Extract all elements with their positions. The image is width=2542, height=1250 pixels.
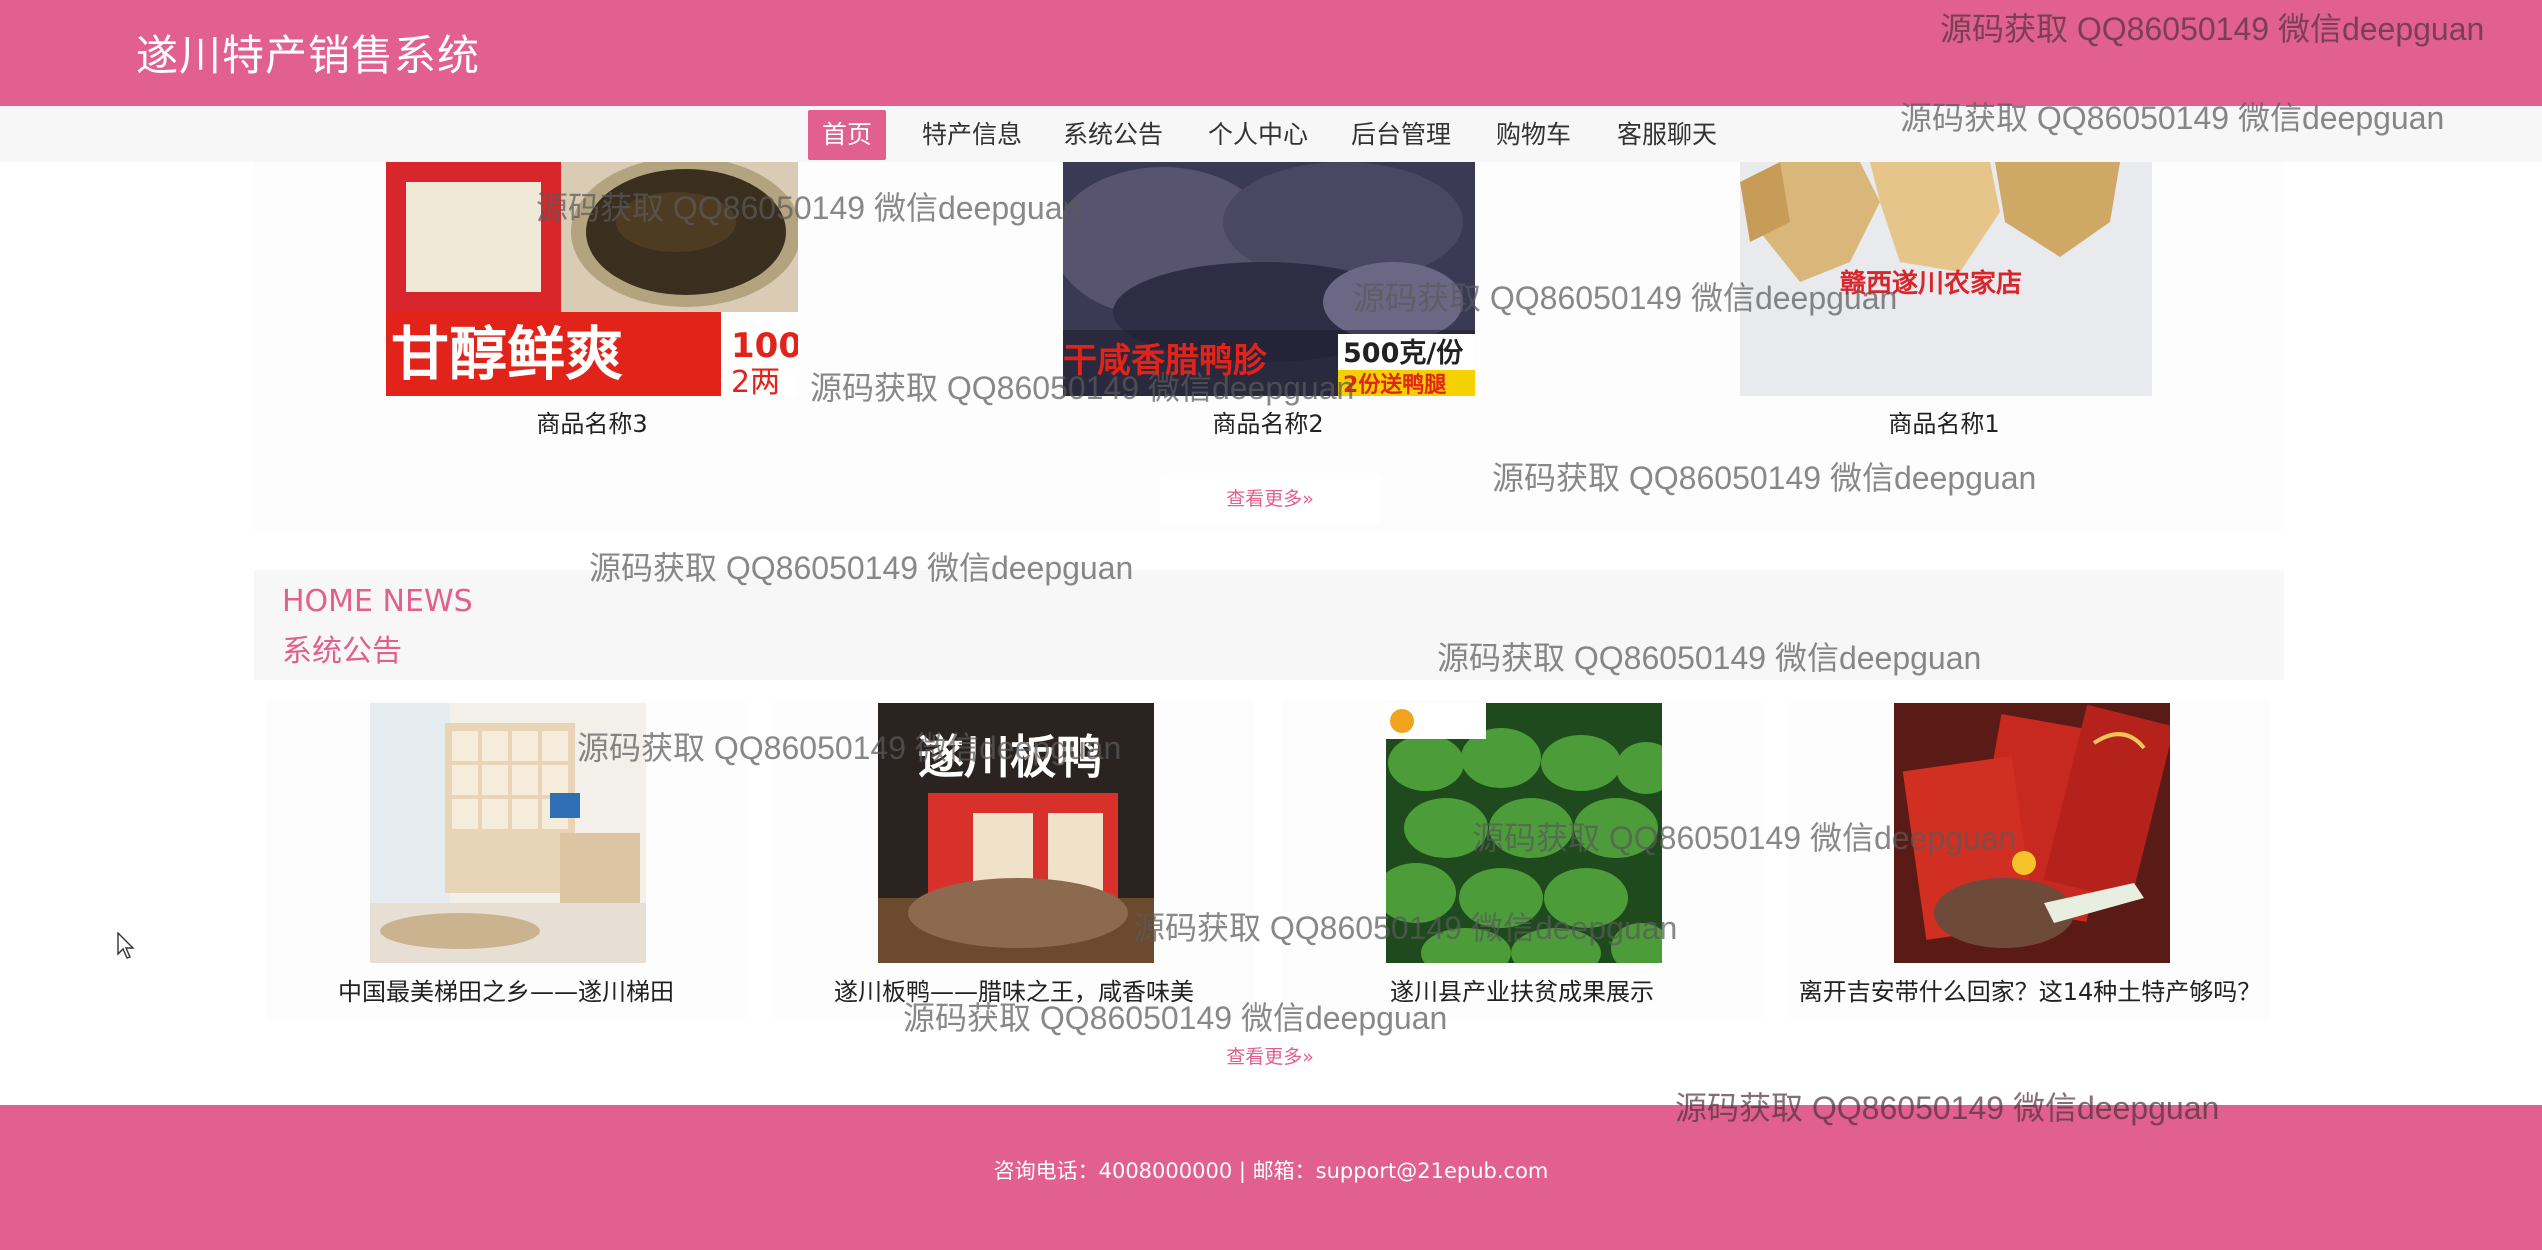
news-title[interactable]: 离开吉安带什么回家？这14种土特产够吗？ [1790, 972, 2270, 1007]
site-title: 遂川特产销售系统 [136, 31, 481, 80]
svg-text:2份送鸭腿: 2份送鸭腿 [1343, 372, 1446, 396]
product-card[interactable]: 干咸香腊鸭胗 500克/份 2份送鸭腿 商品名称2 [938, 162, 1598, 442]
site-footer: 咨询电话：4008000000 | 邮箱：support@21epub.com [0, 1105, 2542, 1250]
svg-text:遂川板鸭: 遂川板鸭 [918, 730, 1102, 784]
mouse-cursor-icon [117, 932, 135, 959]
product-image[interactable]: 干咸香腊鸭胗 500克/份 2份送鸭腿 [1063, 162, 1475, 396]
svg-text:甘醇鲜爽: 甘醇鲜爽 [391, 320, 623, 388]
nav-item-announcements[interactable]: 系统公告 [1049, 110, 1177, 160]
svg-text:赣西遂川农家店: 赣西遂川农家店 [1840, 268, 2022, 299]
nav-item-profile[interactable]: 个人中心 [1194, 110, 1322, 160]
news-card[interactable]: 离开吉安带什么回家？这14种土特产够吗？ [1790, 700, 2270, 1020]
footer-contact: 咨询电话：4008000000 | 邮箱：support@21epub.com [993, 1159, 1549, 1183]
nav-item-home[interactable]: 首页 [808, 110, 887, 160]
news-heading-zh: 系统公告 [282, 634, 402, 669]
news-card[interactable]: 中国最美梯田之乡——遂川梯田 [266, 700, 746, 1020]
product-name[interactable]: 商品名称3 [262, 404, 922, 439]
news-heading-en: HOME NEWS [282, 584, 473, 619]
product-name[interactable]: 商品名称2 [938, 404, 1598, 439]
svg-text:2两: 2两 [731, 365, 780, 396]
products-more-link[interactable]: 查看更多» [1160, 474, 1380, 524]
news-image[interactable] [370, 703, 646, 963]
product-card[interactable]: 甘醇鲜爽 100 2两 商品名称3 [262, 162, 922, 442]
news-image[interactable] [1386, 703, 1662, 963]
svg-text:500克/份: 500克/份 [1343, 337, 1463, 369]
site-header: 遂川特产销售系统 [0, 0, 2542, 106]
svg-text:100: 100 [731, 326, 798, 366]
main-nav: 首页 特产信息 系统公告 个人中心 后台管理 购物车 客服聊天 [0, 106, 2542, 162]
news-title[interactable]: 遂川板鸭——腊味之王，咸香味美 [774, 972, 1254, 1007]
news-image[interactable] [1894, 703, 2170, 963]
news-section-header: HOME NEWS 系统公告 [254, 570, 2284, 680]
news-title[interactable]: 中国最美梯田之乡——遂川梯田 [266, 972, 746, 1007]
product-image[interactable]: 甘醇鲜爽 100 2两 [386, 162, 798, 396]
product-card[interactable]: 赣西遂川农家店 商品名称1 [1614, 162, 2274, 442]
nav-item-cart[interactable]: 购物车 [1482, 110, 1585, 160]
news-card[interactable]: 遂川县产业扶贫成果展示 [1282, 700, 1762, 1020]
news-title[interactable]: 遂川县产业扶贫成果展示 [1282, 972, 1762, 1007]
product-image[interactable]: 赣西遂川农家店 [1740, 162, 2152, 396]
news-card[interactable]: 遂川板鸭 遂川板鸭——腊味之王，咸香味美 [774, 700, 1254, 1020]
nav-item-chat[interactable]: 客服聊天 [1603, 110, 1731, 160]
nav-item-admin[interactable]: 后台管理 [1337, 110, 1465, 160]
news-image[interactable]: 遂川板鸭 [878, 703, 1154, 963]
news-more-link[interactable]: 查看更多» [1160, 1032, 1380, 1082]
svg-text:干咸香腊鸭胗: 干咸香腊鸭胗 [1063, 341, 1268, 381]
nav-item-products[interactable]: 特产信息 [908, 110, 1036, 160]
product-name[interactable]: 商品名称1 [1614, 404, 2274, 439]
